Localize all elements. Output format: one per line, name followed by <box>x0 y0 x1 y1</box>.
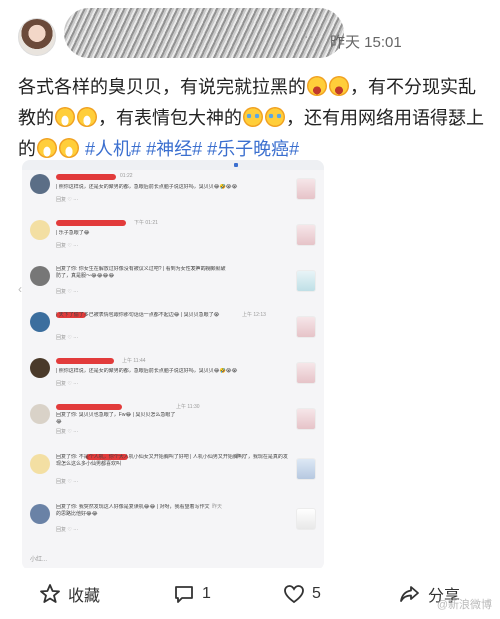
share-icon <box>400 586 419 602</box>
crying-emoji-icon <box>265 107 285 127</box>
tongue-emoji-icon <box>329 76 349 96</box>
comment-time: 01:22 <box>120 173 133 179</box>
card-bottom-label: 小红... <box>30 557 48 563</box>
grin-emoji-icon <box>55 107 75 127</box>
author-avatar[interactable] <box>18 18 56 56</box>
image-page-indicator <box>234 163 238 167</box>
commenter-avatar <box>30 266 50 286</box>
bottom-action-bar: 收藏 1 5 分享 @新浪微博 <box>0 568 500 619</box>
post-thumbnail <box>296 458 316 480</box>
favorite-label: 收藏 <box>68 588 101 605</box>
comment-actions: 回复 ♡ ··· <box>56 527 79 533</box>
crying-emoji-icon <box>243 107 263 127</box>
comment-time: 上午 12:13 <box>242 312 266 318</box>
hashtag-link[interactable]: #人机# <box>85 139 141 159</box>
more-dots: ··· <box>304 30 321 46</box>
comment-button[interactable]: 1 <box>172 582 211 606</box>
post-timestamp: 昨天 15:01 <box>330 34 402 51</box>
comment-row: 下午 01:21 | 乐子急眼了😂 回复 ♡ ··· <box>26 218 324 266</box>
like-count: 5 <box>312 585 321 602</box>
comment-icon <box>175 586 193 603</box>
comment-text: | 照你这样说，还是女的聚男的都，急眼后前长点脑子说这好吗，臭贝贝😂🤣😭😭 <box>56 184 238 190</box>
post-thumbnail <box>296 224 316 246</box>
hashtag-link[interactable]: #神经# <box>146 139 202 159</box>
comment-text: 回复了你: 我突然发现这人好像是复读机😂😂 | 对呀，我看望着写作文的思路比他好… <box>56 504 210 517</box>
post-text-3: ，有表情包大神的 <box>98 108 242 128</box>
scream-emoji-icon <box>307 76 327 96</box>
comment-row: 上午 12:13 | 天下了偷了多已被表情包跟你那句话话一点都不起边😂 | 臭贝… <box>26 310 324 358</box>
comment-row: 昨天 回复了你: 我突然发现这人好像是复读机😂😂 | 对呀，我看望着写作文的思路… <box>26 502 324 550</box>
author-name-redacted <box>64 8 344 58</box>
comment-time: 上午 11:44 <box>122 358 146 364</box>
commenter-avatar <box>30 358 50 378</box>
comment-row: 上午 11:30 回复了你: 臭贝贝也急眼了，Fw😂 | 臭贝贝怎么急眼了😂 回… <box>26 402 324 450</box>
heart-icon <box>284 585 304 604</box>
comment-actions: 回复 ♡ ··· <box>56 243 79 249</box>
comment-actions: 回复 ♡ ··· <box>56 479 79 485</box>
commenter-avatar <box>30 220 50 240</box>
comment-text: 回复了你: 不是个人机，你个大人机小仙女又开始胸叫了好吧 | 人机小仙男又开始胸… <box>56 454 288 467</box>
post-thumbnail <box>296 362 316 384</box>
grin-emoji-icon <box>37 138 57 158</box>
commenter-avatar <box>30 312 50 332</box>
star-icon <box>40 584 60 603</box>
comment-text: | 天下了偷了多已被表情包跟你那句话话一点都不起边😂 | 臭贝贝急眼了😭 <box>56 312 220 318</box>
watermark: @新浪微博 <box>436 599 492 611</box>
commenter-avatar <box>30 454 50 474</box>
comment-actions: 回复 ♡ ··· <box>56 429 79 435</box>
comment-row: 昨天 回复了你: 不是个人机，你个大人机小仙女又开始胸叫了好吧 | 人机小仙男又… <box>26 452 324 500</box>
post-thumbnail <box>296 178 316 200</box>
redacted-name <box>56 358 114 364</box>
favorite-button[interactable]: 收藏 <box>38 582 100 606</box>
like-button[interactable]: 5 <box>282 582 321 606</box>
commenter-avatar <box>30 404 50 424</box>
redacted-name <box>56 220 126 226</box>
post-thumbnail <box>296 408 316 430</box>
comment-text: 回复了你: 你女生在解放过好像没有被议义过吧? | 看到为女性发声的视频就破防了… <box>56 266 226 279</box>
comment-text: | 照你这样说，还是女的聚男的都，急眼后前长点脑子说这好吗，臭贝贝😂🤣😭😭 <box>56 368 238 374</box>
comment-text: 回复了你: 臭贝贝也急眼了，Fw😂 | 臭贝贝怎么急眼了😂 <box>56 412 176 425</box>
post-thumbnail <box>296 316 316 338</box>
grin-emoji-icon <box>77 107 97 127</box>
redacted-name <box>56 174 116 180</box>
post-thumbnail <box>296 270 316 292</box>
chevron-left-icon[interactable]: ‹ <box>18 282 26 296</box>
post-text-1: 各式各样的臭贝贝，有说完就拉黑的 <box>18 77 306 97</box>
image-top-bar <box>22 160 324 170</box>
comment-actions: 回复 ♡ ··· <box>56 381 79 387</box>
hashtag-link[interactable]: #乐子晚癌# <box>207 139 299 159</box>
comment-count: 1 <box>202 585 211 602</box>
post-thumbnail <box>296 508 316 530</box>
comment-time: 下午 01:21 <box>134 220 158 226</box>
commenter-avatar <box>30 174 50 194</box>
comment-text: | 乐子急眼了😂 <box>56 230 90 236</box>
redacted-name <box>56 404 122 410</box>
comment-row: 上午 11:44 | 照你这样说，还是女的聚男的都，急眼后前长点脑子说这好吗，臭… <box>26 356 324 404</box>
comment-row: 下午 12:42 回复了你: 你女生在解放过好像没有被议义过吧? | 看到为女性… <box>26 264 324 312</box>
comment-row: 01:22 | 照你这样说，还是女的聚男的都，急眼后前长点脑子说这好吗，臭贝贝😂… <box>26 172 324 220</box>
commenter-avatar <box>30 504 50 524</box>
comment-actions: 回复 ♡ ··· <box>56 335 79 341</box>
post-header: ··· 昨天 15:01 <box>0 0 500 68</box>
comment-actions: 回复 ♡ ··· <box>56 197 79 203</box>
attached-image[interactable]: 01:22 | 照你这样说，还是女的聚男的都，急眼后前长点脑子说这好吗，臭贝贝😂… <box>22 160 324 570</box>
post-body: 各式各样的臭贝贝，有说完就拉黑的 ，有不分现实乱教的 ，有表情包大神的 ，还有用网络用… <box>18 72 488 165</box>
comment-time: 上午 11:30 <box>176 404 200 410</box>
comment-actions: 回复 ♡ ··· <box>56 289 79 295</box>
grin-emoji-icon <box>59 138 79 158</box>
